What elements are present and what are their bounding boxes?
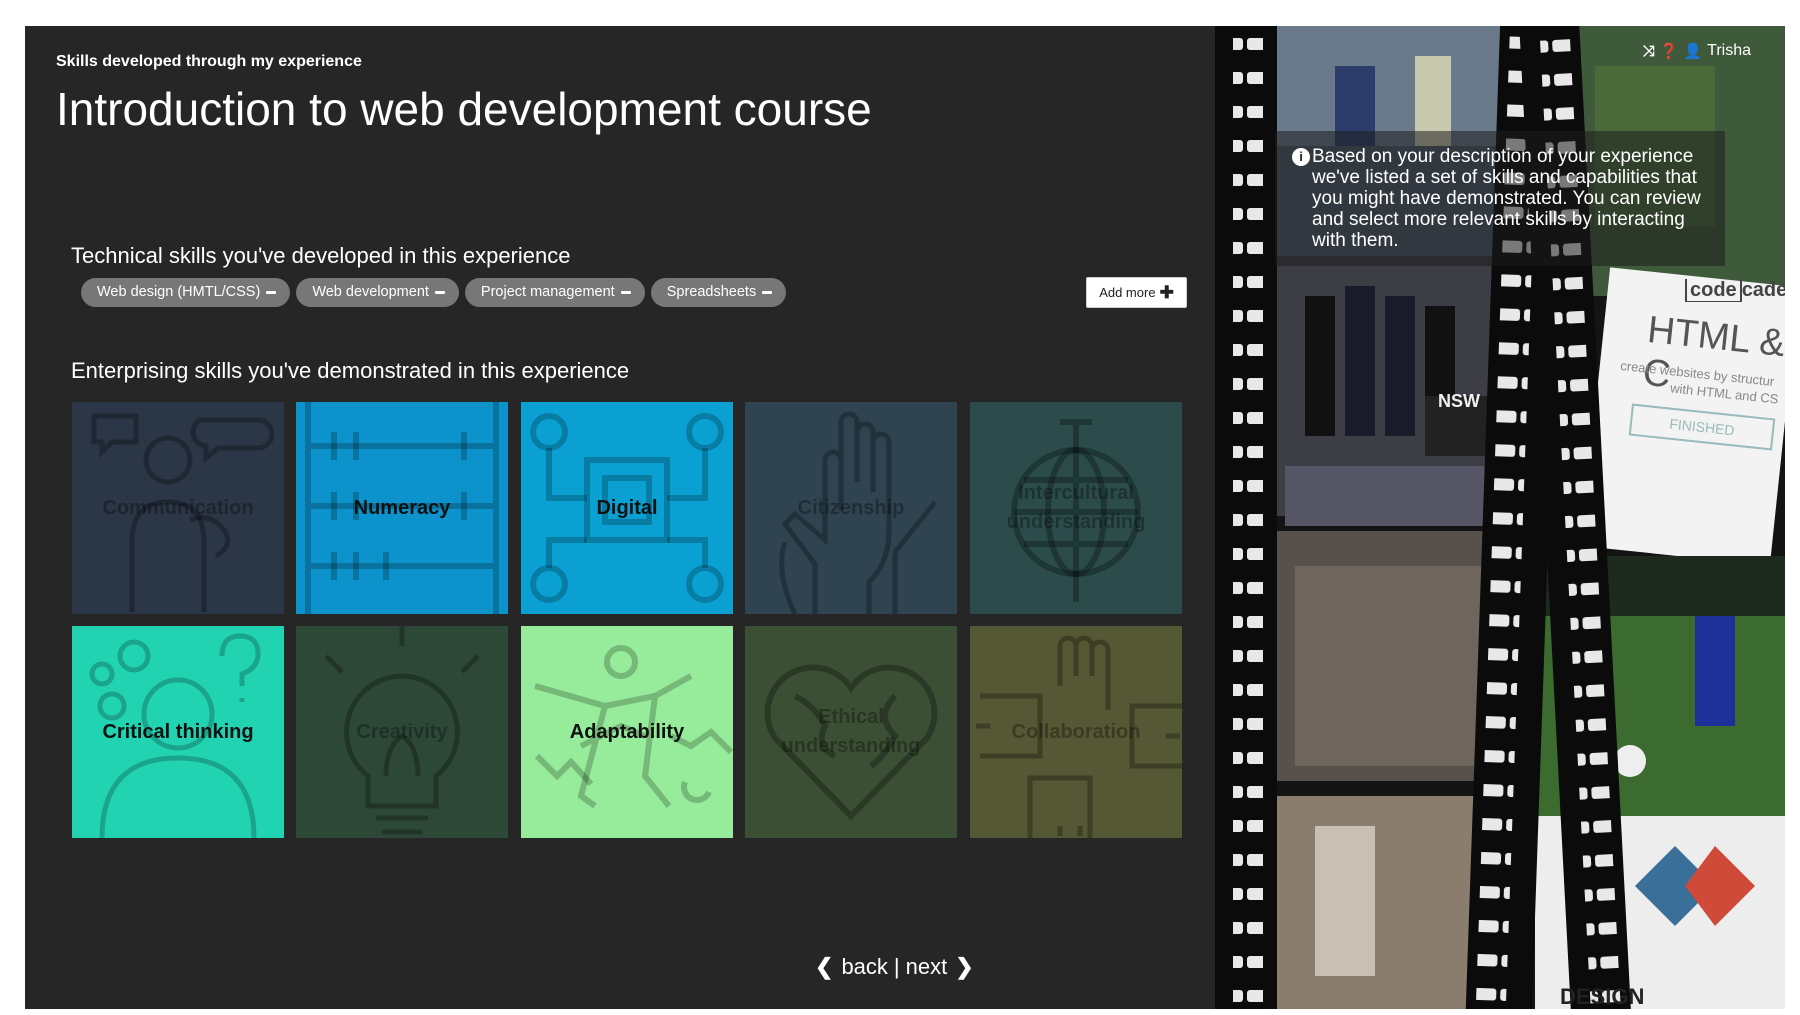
remove-icon[interactable] [620,291,631,294]
enterprising-skills-heading: Enterprising skills you've demonstrated … [71,358,630,383]
photo-collage-panel: NSW code cade HTML & C create websites by… [1215,26,1785,1009]
tile-label: Adaptability [569,720,685,743]
tile-label: Numeracy [353,496,451,519]
skill-tile-adaptability[interactable]: Adaptability [521,626,733,838]
technical-skill-chips: Web design (HMTL/CSS) Web development Pr… [81,278,787,307]
skill-tile-numeracy[interactable]: Numeracy [296,402,508,614]
tile-label: Communication [102,496,254,519]
plus-icon: ✚ [1159,283,1174,302]
remove-icon[interactable] [434,291,445,294]
skill-tile-intercultural[interactable]: Intercultural understanding [970,402,1182,614]
pagination-nav: ❮ back | next ❯ [815,954,974,980]
help-icon[interactable]: ❓ [1660,42,1679,60]
nav-separator: | [893,954,900,979]
skill-chip-web-design[interactable]: Web design (HMTL/CSS) [81,278,291,307]
info-icon: i [1292,148,1310,166]
enterprising-skills-grid: Communication Numeracy Digital Citizensh… [72,402,1192,838]
remove-icon[interactable] [762,291,773,294]
chip-label: Web development [312,284,429,300]
skill-tile-communication[interactable]: Communication [72,402,284,614]
nsw-badge: NSW [1438,391,1480,411]
skill-tile-citizenship[interactable]: Citizenship [745,402,957,614]
tile-label: Creativity [356,720,448,743]
skill-chip-web-development[interactable]: Web development [296,278,459,307]
course-brand: code cade [1685,279,1785,302]
page-kicker: Skills developed through my experience [56,53,362,70]
skill-tile-critical-thinking[interactable]: Critical thinking [72,626,284,838]
skill-tile-collaboration[interactable]: Collaboration [970,626,1182,838]
tile-label: Citizenship [797,496,905,519]
page-title: Introduction to web development course [56,83,872,135]
user-name[interactable]: Trisha [1707,42,1751,60]
tile-label: Collaboration [1011,720,1141,743]
back-label: back [841,954,888,979]
remove-icon[interactable] [266,291,277,294]
chevron-left-icon: ❮ [815,954,834,979]
chip-label: Web design (HMTL/CSS) [97,284,261,300]
skill-chip-project-management[interactable]: Project management [464,278,645,307]
top-toolbar: ⤨ ❓ 👤 Trisha [1643,42,1751,60]
chip-label: Project management [480,284,615,300]
chip-label: Spreadsheets [666,284,757,300]
next-label: next [905,954,948,979]
skill-tile-creativity[interactable]: Creativity [296,626,508,838]
tile-label: Critical thinking [102,720,254,743]
skill-tile-ethical[interactable]: Ethical understanding [745,626,957,838]
chevron-right-icon: ❯ [955,954,974,979]
app-window: Skills developed through my experience I… [25,26,1785,1009]
add-more-button[interactable]: Add more ✚ [1086,277,1187,308]
technical-skills-heading: Technical skills you've developed in thi… [71,243,571,268]
skills-panel: Skills developed through my experience I… [25,26,1215,1009]
add-more-label: Add more [1099,285,1156,300]
user-icon: 👤 [1683,43,1703,60]
poster-text: DESIGN [1560,984,1645,1009]
tile-label: Ethical understanding [781,706,921,757]
info-text: Based on your description of your experi… [1312,146,1701,251]
shuffle-icon[interactable]: ⤨ [1643,43,1655,60]
next-button[interactable]: next ❯ [906,954,974,980]
tile-label: Intercultural understanding [1006,482,1146,533]
tile-label: Digital [596,496,658,519]
skill-chip-spreadsheets[interactable]: Spreadsheets [650,278,787,307]
skill-tile-digital[interactable]: Digital [521,402,733,614]
back-button[interactable]: ❮ back [815,954,888,980]
